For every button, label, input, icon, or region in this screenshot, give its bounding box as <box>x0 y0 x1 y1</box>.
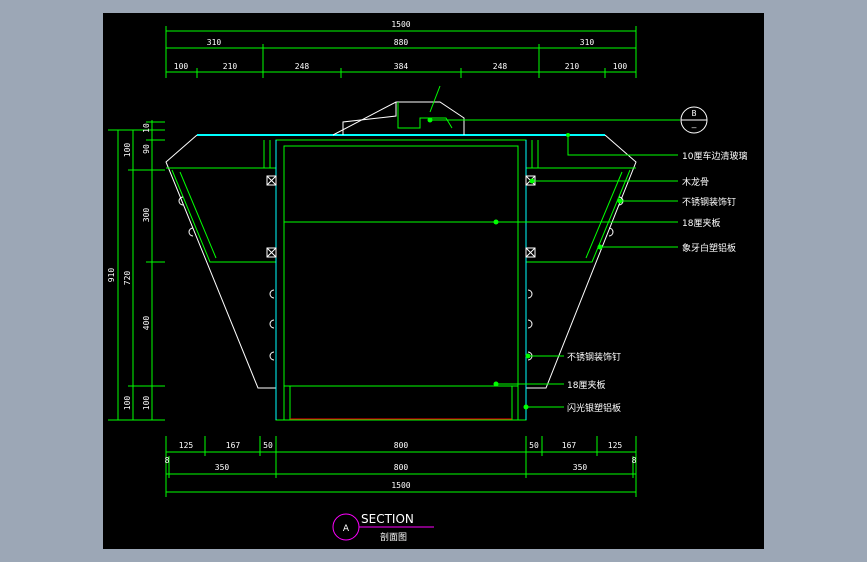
dim-bottom-50-left: 50 <box>263 441 273 450</box>
dim-left-100-inner: 100 <box>142 396 151 411</box>
drawing-viewport[interactable]: 1500 310 880 310 100 210 248 384 248 210… <box>103 13 764 549</box>
dim-bottom-167-right: 167 <box>562 441 577 450</box>
section-title: A SECTION 剖面图 <box>332 512 434 543</box>
dim-top-210-left: 210 <box>223 62 238 71</box>
bottom-dimension-texts: 125 167 50 800 50 167 125 8 350 800 350 … <box>165 441 637 490</box>
section-label: SECTION <box>361 512 414 526</box>
dim-bottom-350-right: 350 <box>573 463 588 472</box>
dim-top-384: 384 <box>394 62 409 71</box>
dim-top-248-left: 248 <box>295 62 310 71</box>
left-dimension-texts: 910 100 720 100 90 300 400 100 10 <box>107 123 151 410</box>
note-steel-nail-lower: 不锈钢装饰钉 <box>567 351 621 363</box>
right-panel-inner <box>585 171 623 259</box>
dim-bottom-8-left: 8 <box>165 456 170 465</box>
section-label-cn: 剖面图 <box>380 531 407 543</box>
dim-bottom-125-right: 125 <box>608 441 623 450</box>
wood-keel-right-bottom <box>525 247 536 258</box>
dim-left-100-bottom: 100 <box>123 396 132 411</box>
dim-left-10-a: 10 <box>142 123 151 133</box>
dim-bottom-350-left: 350 <box>215 463 230 472</box>
dim-left-100-top: 100 <box>123 143 132 158</box>
callout-b-letter: B <box>692 109 697 118</box>
annotation-texts: 10厘车边清玻璃 木龙骨 不锈钢装饰钉 18厘夹板 象牙白塑铝板 不锈钢装饰钉 … <box>567 150 747 414</box>
dim-left-90: 90 <box>142 144 151 154</box>
dim-top-overall: 1500 <box>391 20 410 29</box>
section-symbol-letter: A <box>343 524 350 534</box>
dim-top-248-right: 248 <box>493 62 508 71</box>
leader-dots <box>427 117 623 410</box>
callout-b-number: — <box>692 123 697 132</box>
dim-top-310-left: 310 <box>207 38 222 47</box>
top-pediment-green <box>397 102 453 129</box>
note-wood-keel: 木龙骨 <box>682 176 709 188</box>
note-plywood-upper: 18厘夹板 <box>682 217 720 229</box>
note-plywood-lower: 18厘夹板 <box>567 379 605 391</box>
dim-bottom-800-b: 800 <box>394 463 409 472</box>
dim-top-880: 880 <box>394 38 409 47</box>
dim-top-310-right: 310 <box>580 38 595 47</box>
left-dimensions <box>108 120 165 421</box>
dim-left-910: 910 <box>107 268 116 283</box>
dim-left-300: 300 <box>142 208 151 223</box>
dim-bottom-167-left: 167 <box>226 441 241 450</box>
wood-keel-left-bottom <box>266 247 277 258</box>
dim-bottom-800: 800 <box>394 441 409 450</box>
note-ivory-panel: 象牙白塑铝板 <box>682 242 736 254</box>
section-drawing: 1500 310 880 310 100 210 248 384 248 210… <box>107 20 747 543</box>
callout-b: B — <box>680 106 708 134</box>
dim-bottom-125-left: 125 <box>179 441 194 450</box>
note-steel-nail-upper: 不锈钢装饰钉 <box>682 196 736 208</box>
note-glass: 10厘车边清玻璃 <box>682 150 747 162</box>
dim-top-100-right: 100 <box>613 62 628 71</box>
center-cabinet <box>275 139 527 421</box>
dim-bottom-overall: 1500 <box>391 481 410 490</box>
cabinet-section <box>165 101 637 421</box>
decor-nails <box>178 196 624 361</box>
top-pediment-inner <box>342 102 397 135</box>
dim-bottom-50-right: 50 <box>529 441 539 450</box>
dim-left-720: 720 <box>123 271 132 286</box>
wood-keel-left-top <box>266 175 277 186</box>
dim-left-400: 400 <box>142 316 151 331</box>
center-cabinet-inner <box>283 145 519 421</box>
left-panel-inner <box>179 171 217 259</box>
top-dimension-texts: 1500 310 880 310 100 210 248 384 248 210… <box>174 20 628 71</box>
dim-bottom-8-right: 8 <box>632 456 637 465</box>
note-silver-panel: 闪光银塑铝板 <box>567 402 621 414</box>
dim-top-210-right: 210 <box>565 62 580 71</box>
dim-top-100-left: 100 <box>174 62 189 71</box>
